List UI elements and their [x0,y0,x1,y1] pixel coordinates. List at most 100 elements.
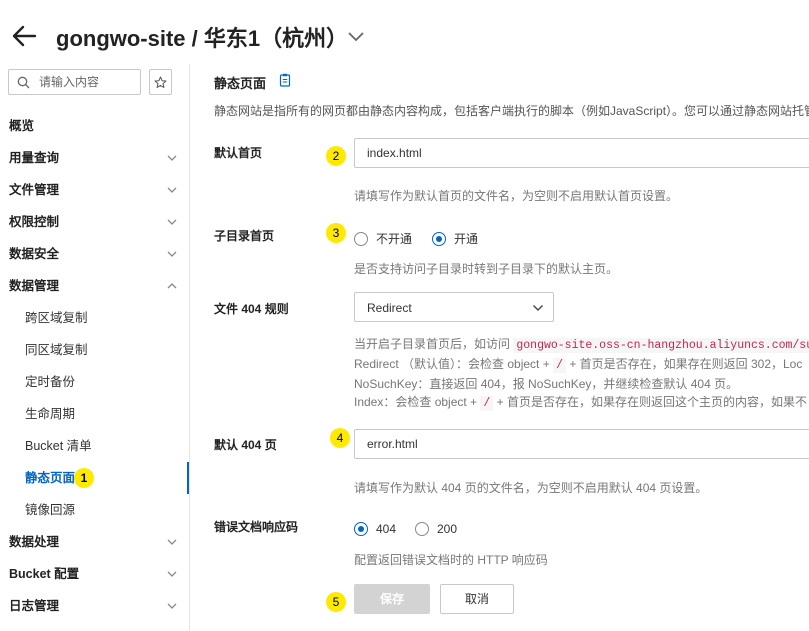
sidebar-item-scheduled-backup[interactable]: 定时备份 [0,366,189,398]
radio-circle [432,231,446,246]
section-title: 静态页面 [214,76,267,91]
sidebar-item-label: 日志管理 [9,599,60,613]
sidebar-item-label: 数据管理 [9,279,60,293]
sidebar-item-label: 权限控制 [9,215,60,229]
error-code-hint: 配置返回错误文档时的 HTTP 响应码 [354,553,548,567]
radio-circle [415,522,429,536]
subdir-index-label: 子目录首页 [214,229,275,243]
sidebar-item-label: 用量查询 [9,151,60,165]
desc-code: / [480,396,494,411]
radio-label: 不开通 [376,232,413,246]
rule-404-desc-line3: NoSuchKey：直接返回 404，报 NoSuchKey，并继续检查默认 4… [354,377,739,391]
annotation-badge: 2 [326,146,346,166]
default-404-hint: 请填写作为默认 404 页的文件名，为空则不启用默认 404 页设置。 [354,481,708,495]
page-title: gongwo-site / 华东1（杭州） [56,26,349,51]
cancel-button[interactable]: 取消 [440,584,514,614]
error-code-200-radio[interactable]: 200 [415,522,457,536]
sidebar-item-cross-region-replication[interactable]: 跨区域复制 [0,302,189,334]
search-box[interactable] [8,69,141,95]
chevron-down-icon [167,251,177,257]
annotation-badge: 4 [330,428,350,448]
back-arrow-icon[interactable] [10,22,38,50]
rule-404-desc-line2: Redirect （默认值）：会检查 object + / + 首页是否存在，如… [354,355,803,373]
sidebar-item-files[interactable]: 文件管理 [0,174,189,206]
radio-circle [354,522,368,536]
subdir-index-off-radio[interactable]: 不开通 [354,230,412,247]
default-404-input[interactable] [354,429,809,459]
radio-circle [354,231,368,246]
desc-code: gongwo-site.oss-cn-hangzhou.aliyuncs.com… [513,338,809,353]
sidebar-item-label: 镜像回源 [25,503,76,517]
sidebar-item-overview[interactable]: 概览 [0,110,189,142]
error-code-label: 错误文档响应码 [214,520,299,534]
radio-label: 404 [376,522,397,536]
desc-code: / [553,358,566,373]
sidebar-item-static-pages[interactable]: 静态页面 1 [0,462,189,494]
chevron-down-icon [167,603,177,609]
chevron-down-icon [167,571,177,577]
chevron-down-icon[interactable] [346,26,366,46]
main-content: 静态页面 静态网站是指所有的网页都由静态内容构成，包括客户端执行的脚本（例如Ja… [190,64,809,631]
sidebar-item-permissions[interactable]: 权限控制 [0,206,189,238]
sidebar-item-label: 概览 [9,119,35,133]
sidebar-item-data-management[interactable]: 数据管理 [0,270,189,302]
document-icon[interactable] [279,73,291,87]
annotation-badge: 5 [326,592,346,612]
select-value: Redirect [367,301,412,315]
favorite-button[interactable] [149,69,172,95]
subdir-index-hint: 是否支持访问子目录时转到子目录下的默认主页。 [354,262,619,276]
default-index-label: 默认首页 [214,146,263,160]
sidebar-item-label: Bucket 配置 [9,567,80,581]
sidebar-item-usage[interactable]: 用量查询 [0,142,189,174]
sidebar-item-label: 生命周期 [25,407,76,421]
sidebar-item-label: 静态页面 [25,471,76,485]
chevron-up-icon [167,283,177,289]
sidebar-item-label: 跨区域复制 [25,311,88,325]
page-header: gongwo-site / 华东1（杭州） [0,0,809,64]
error-code-404-radio[interactable]: 404 [354,522,396,536]
default-index-hint: 请填写作为默认首页的文件名，为空则不启用默认首页设置。 [354,189,679,203]
sidebar-item-label: Bucket 清单 [25,439,92,453]
save-button[interactable]: 保存 [354,584,430,614]
desc-text: 当开启子目录首页后，如访问 [354,337,511,351]
default-index-input[interactable] [354,138,809,168]
sidebar-item-data-processing[interactable]: 数据处理 [0,526,189,558]
sidebar-item-lifecycle[interactable]: 生命周期 [0,398,189,430]
sidebar-item-label: 定时备份 [25,375,76,389]
rule-404-select[interactable]: Redirect [354,292,554,322]
sidebar-item-label: 同区域复制 [25,343,88,357]
annotation-badge: 3 [326,223,346,243]
sidebar: 概览 用量查询 文件管理 权限控制 数据安全 数据管理 跨区域复制 同区域复制 … [0,64,190,631]
rule-404-label: 文件 404 规则 [214,302,289,316]
sidebar-item-bucket-inventory[interactable]: Bucket 清单 [0,430,189,462]
rule-404-desc-line4: Index：会检查 object + / + 首页是否存在，如果存在则返回这个主… [354,393,808,411]
annotation-badge: 1 [74,468,94,488]
search-icon [17,76,30,89]
desc-text: Redirect （默认值）：会检查 object + [354,357,550,371]
desc-text: + 首页是否存在，如果存在则返回这个主页的内容，如果不 [496,395,808,409]
sidebar-item-bucket-config[interactable]: Bucket 配置 [0,558,189,590]
star-icon [154,76,167,88]
chevron-down-icon [533,305,543,311]
intro-text: 静态网站是指所有的网页都由静态内容构成，包括客户端执行的脚本（例如JavaScr… [214,104,809,118]
sidebar-item-same-region-replication[interactable]: 同区域复制 [0,334,189,366]
sidebar-item-label: 文件管理 [9,183,60,197]
chevron-down-icon [167,539,177,545]
chevron-down-icon [167,187,177,193]
sidebar-item-label: 数据处理 [9,535,60,549]
sidebar-item-log-management[interactable]: 日志管理 [0,590,189,622]
subdir-index-on-radio[interactable]: 开通 [432,230,478,247]
sidebar-item-label: 数据安全 [9,247,60,261]
sidebar-item-data-security[interactable]: 数据安全 [0,238,189,270]
desc-text: Index：会检查 object + [354,395,478,409]
sidebar-item-mirror-back-to-origin[interactable]: 镜像回源 [0,494,189,526]
default-404-label: 默认 404 页 [214,438,277,452]
rule-404-desc-line1: 当开启子目录首页后，如访问 gongwo-site.oss-cn-hangzho… [354,335,809,353]
chevron-down-icon [167,155,177,161]
radio-label: 开通 [454,232,479,246]
chevron-down-icon [167,219,177,225]
search-input[interactable] [39,73,137,91]
sidebar-nav: 概览 用量查询 文件管理 权限控制 数据安全 数据管理 跨区域复制 同区域复制 … [0,110,189,622]
desc-text: + 首页是否存在，如果存在则返回 302，Loc [569,357,803,371]
radio-label: 200 [437,522,458,536]
